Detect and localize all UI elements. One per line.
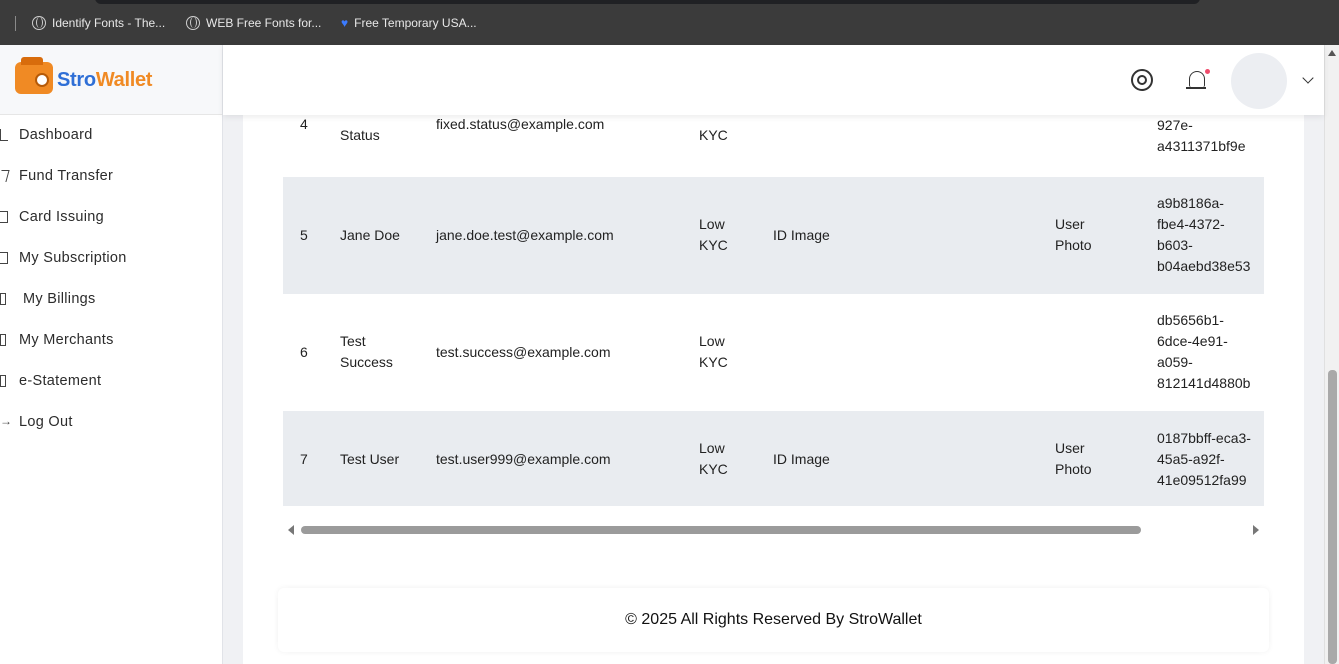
browser-bookmarks-bar: Identify Fonts - The... WEB Free Fonts f… (0, 0, 1339, 45)
globe-icon (32, 16, 46, 30)
sidebar-item-my-billings[interactable]: My Billings (0, 279, 222, 320)
cell-name: Test User (340, 451, 400, 467)
sidebar-item-label: Fund Transfer (19, 168, 114, 184)
sidebar-item-e-statement[interactable]: e-Statement (0, 361, 222, 402)
scroll-right-arrow-icon[interactable] (1253, 525, 1259, 535)
users-table: 4 Status fixed.status@example.com KYC 92… (283, 110, 1264, 506)
sidebar-item-log-out[interactable]: → Log Out (0, 402, 222, 443)
user-photo-broken[interactable]: User Photo (1055, 438, 1092, 480)
brand-logo[interactable]: StroWallet (0, 45, 222, 115)
id-image-broken[interactable]: ID Image (773, 449, 830, 470)
footer-copyright: © 2025 All Rights Reserved By StroWallet (625, 611, 922, 628)
scroll-left-arrow-icon[interactable] (288, 525, 294, 535)
cell-reference: a9b8186a- fbe4-4372- b603- b04aebd38e53 (1157, 195, 1251, 274)
cell-no: 5 (300, 227, 308, 243)
scrollbar-thumb[interactable] (1328, 370, 1337, 664)
cell-name: Test Success (340, 333, 393, 370)
cell-kyc: Low KYC (699, 333, 728, 370)
cell-name: Jane Doe (340, 227, 400, 243)
sidebar: StroWallet Dashboard Fund Transfer Card … (0, 45, 223, 664)
gear-icon[interactable] (1131, 69, 1153, 91)
cell-reference: db5656b1- 6dce-4e91- a059- 812141d4880b (1157, 312, 1251, 391)
cell-no: 7 (300, 451, 308, 467)
page-vertical-scrollbar[interactable] (1324, 45, 1339, 664)
table-row: 7 Test User test.user999@example.com Low… (283, 411, 1264, 506)
notification-dot (1205, 69, 1210, 74)
receipt-icon (0, 293, 6, 305)
main-content: 4 Status fixed.status@example.com KYC 92… (243, 115, 1304, 664)
file-icon (0, 375, 6, 387)
sidebar-item-label: Dashboard (19, 127, 93, 143)
cell-email: jane.doe.test@example.com (436, 227, 614, 243)
horizontal-scrollbar[interactable] (283, 520, 1264, 540)
sidebar-item-label: My Subscription (19, 250, 127, 266)
footer: © 2025 All Rights Reserved By StroWallet (278, 588, 1269, 652)
cell-reference: 927e- a4311371bf9e (1157, 117, 1246, 154)
sidebar-item-label: Log Out (19, 414, 73, 430)
bookmark-label: Free Temporary USA... (354, 16, 477, 30)
sidebar-item-my-subscription[interactable]: My Subscription (0, 238, 222, 279)
logout-icon: → (0, 414, 13, 428)
table-row: 4 Status fixed.status@example.com KYC 92… (283, 110, 1264, 177)
cell-email: fixed.status@example.com (436, 116, 605, 132)
layers-icon (0, 211, 8, 223)
top-header (223, 45, 1324, 115)
sidebar-item-fund-transfer[interactable]: Fund Transfer (0, 156, 222, 197)
cell-kyc: KYC (699, 127, 728, 143)
id-image-broken[interactable]: ID Image (773, 225, 830, 246)
wallet-logo-icon (15, 57, 53, 94)
brand-name: StroWallet (57, 69, 153, 91)
cell-email: test.user999@example.com (436, 451, 611, 467)
user-photo-broken[interactable]: User Photo (1055, 214, 1092, 256)
bookmark-label: Identify Fonts - The... (52, 16, 166, 30)
bookmark-free-temporary-usa[interactable]: ♥ Free Temporary USA... (341, 16, 477, 30)
scrollbar-thumb[interactable] (301, 526, 1141, 534)
sidebar-item-label: e-Statement (19, 373, 102, 389)
bell-icon[interactable] (1186, 71, 1206, 89)
file-icon (0, 334, 6, 346)
bookmark-web-free-fonts[interactable]: WEB Free Fonts for... (186, 16, 321, 30)
sidebar-item-dashboard[interactable]: Dashboard (0, 115, 222, 156)
cell-no: 4 (300, 116, 308, 132)
layers-icon (0, 252, 8, 264)
cell-no: 6 (300, 344, 308, 360)
cell-name: Status (340, 127, 380, 143)
cell-reference: 0187bbff-eca3- 45a5-a92f- 41e09512fa99 (1157, 430, 1251, 488)
sidebar-item-my-merchants[interactable]: My Merchants (0, 320, 222, 361)
cell-kyc: Low KYC (699, 440, 728, 477)
avatar[interactable] (1231, 53, 1287, 109)
bookmark-label: WEB Free Fonts for... (206, 16, 322, 30)
sidebar-item-label: Card Issuing (19, 209, 104, 225)
heart-icon: ♥ (341, 16, 349, 30)
send-icon (0, 170, 10, 182)
browser-address-strip (95, 0, 1200, 4)
cell-kyc: Low KYC (699, 216, 728, 253)
scroll-up-arrow-icon[interactable] (1328, 50, 1336, 56)
bookmarks-separator (15, 16, 16, 31)
cell-email: test.success@example.com (436, 344, 611, 360)
globe-icon (186, 16, 200, 30)
chevron-down-icon[interactable] (1302, 72, 1314, 84)
sidebar-item-card-issuing[interactable]: Card Issuing (0, 197, 222, 238)
sidebar-item-label: My Billings (23, 291, 96, 307)
table-row: 6 Test Success test.success@example.com … (283, 294, 1264, 411)
bookmark-identify-fonts[interactable]: Identify Fonts - The... (32, 16, 165, 30)
table-row: 5 Jane Doe jane.doe.test@example.com Low… (283, 177, 1264, 294)
sidebar-item-label: My Merchants (19, 332, 114, 348)
home-icon (0, 129, 8, 141)
